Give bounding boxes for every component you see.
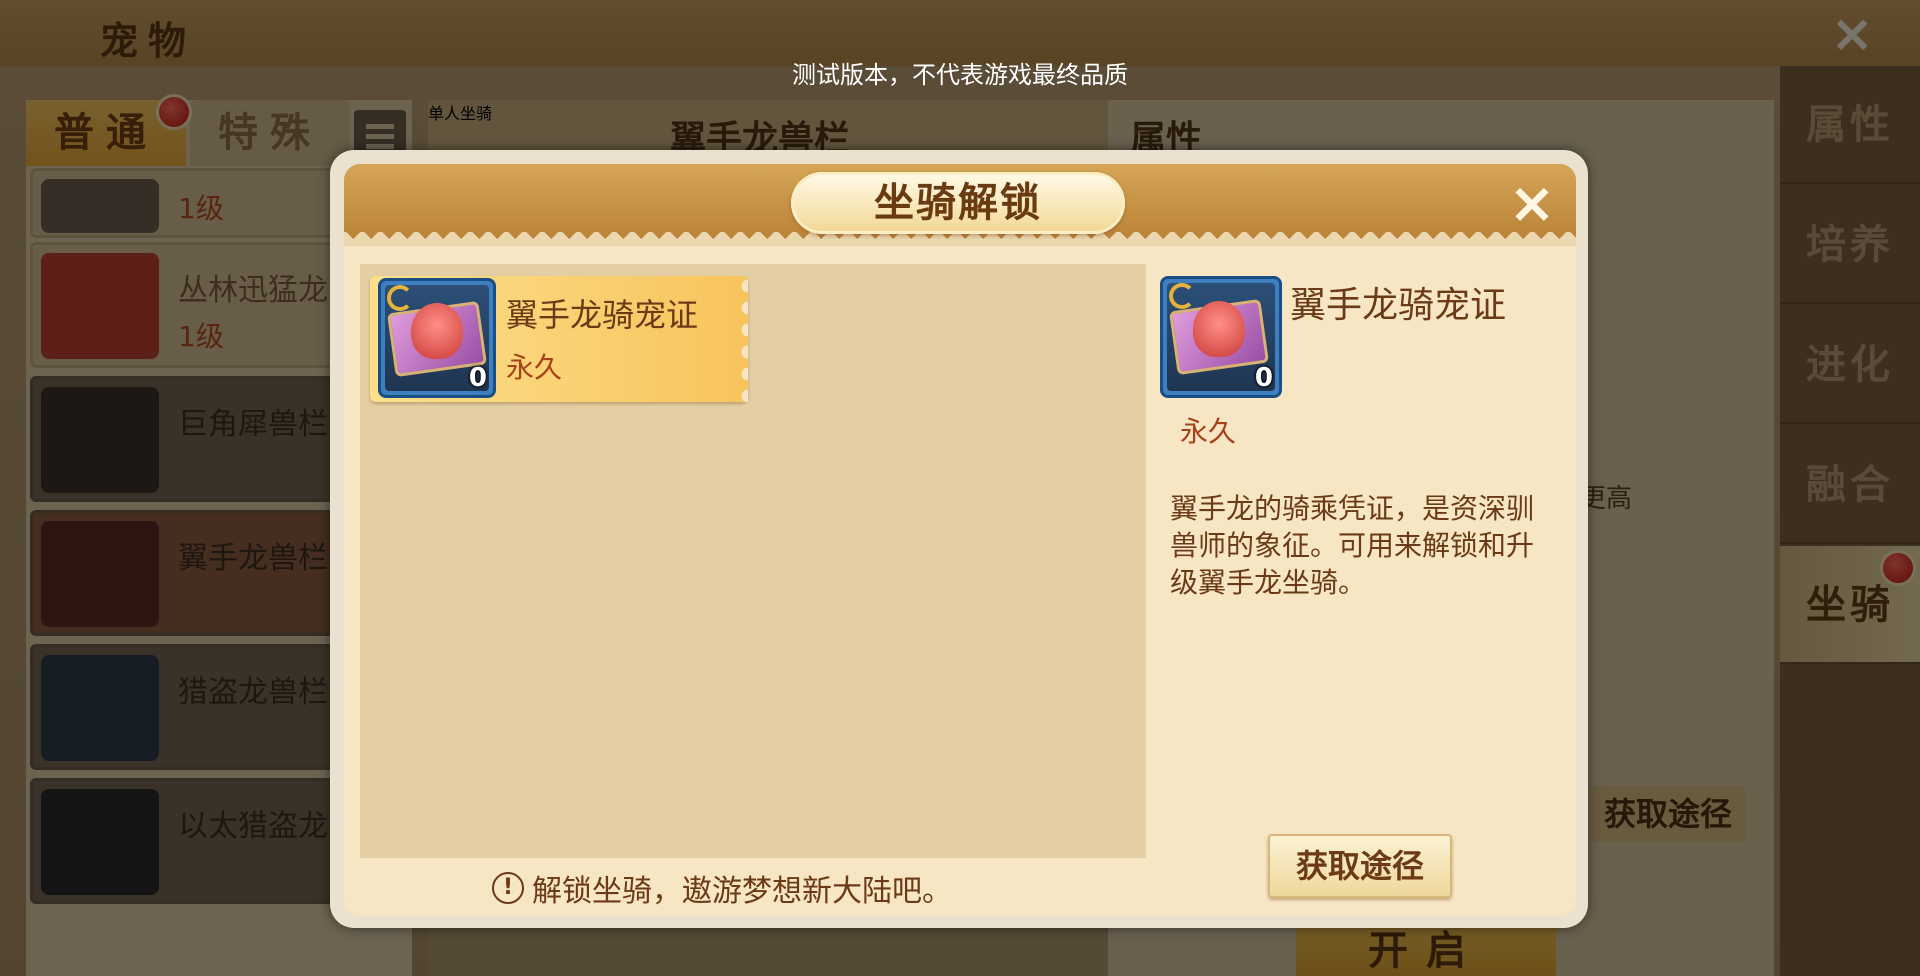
get-source-button[interactable]: 获取途径: [1268, 834, 1452, 898]
hook-icon: [1169, 283, 1195, 309]
mount-unlock-dialog: 坐骑解锁 × 0 翼手龙骑宠证 永久 0 翼手龙骑宠证 永久 翼手龙的骑乘凭证，…: [344, 164, 1576, 916]
test-version-notice: 测试版本，不代表游戏最终品质: [792, 61, 1128, 89]
close-icon[interactable]: ×: [1504, 176, 1560, 232]
detail-duration: 永久: [1180, 415, 1237, 448]
get-source-label: 获取途径: [1295, 847, 1424, 885]
item-duration: 永久: [506, 351, 563, 384]
dialog-title: 坐骑解锁: [874, 180, 1042, 226]
detail-item-count: 0: [1254, 363, 1273, 393]
hint-text: 解锁坐骑，遨游梦想新大陆吧。: [532, 874, 952, 909]
dialog-header: 坐骑解锁 ×: [344, 164, 1576, 246]
pterodactyl-head-icon: [1193, 301, 1245, 357]
item-icon: 0: [378, 278, 496, 398]
detail-item-name: 翼手龙骑宠证: [1290, 285, 1507, 326]
detail-item-icon: 0: [1160, 276, 1282, 398]
item-card-selected[interactable]: 0 翼手龙骑宠证 永久: [370, 276, 748, 402]
hook-icon: [387, 285, 413, 311]
detail-description: 翼手龙的骑乘凭证，是资深驯兽师的象征。可用来解锁和升级翼手龙坐骑。: [1170, 492, 1535, 599]
item-name: 翼手龙骑宠证: [506, 296, 699, 334]
header-border-decoration: [344, 232, 1576, 246]
dialog-title-pill: 坐骑解锁: [791, 172, 1125, 234]
pterodactyl-head-icon: [411, 303, 463, 359]
info-icon: !: [492, 872, 524, 904]
unlock-hint: ! 解锁坐骑，遨游梦想新大陆吧。: [492, 868, 952, 909]
item-count: 0: [468, 363, 487, 393]
card-edge-decoration: [734, 276, 748, 402]
